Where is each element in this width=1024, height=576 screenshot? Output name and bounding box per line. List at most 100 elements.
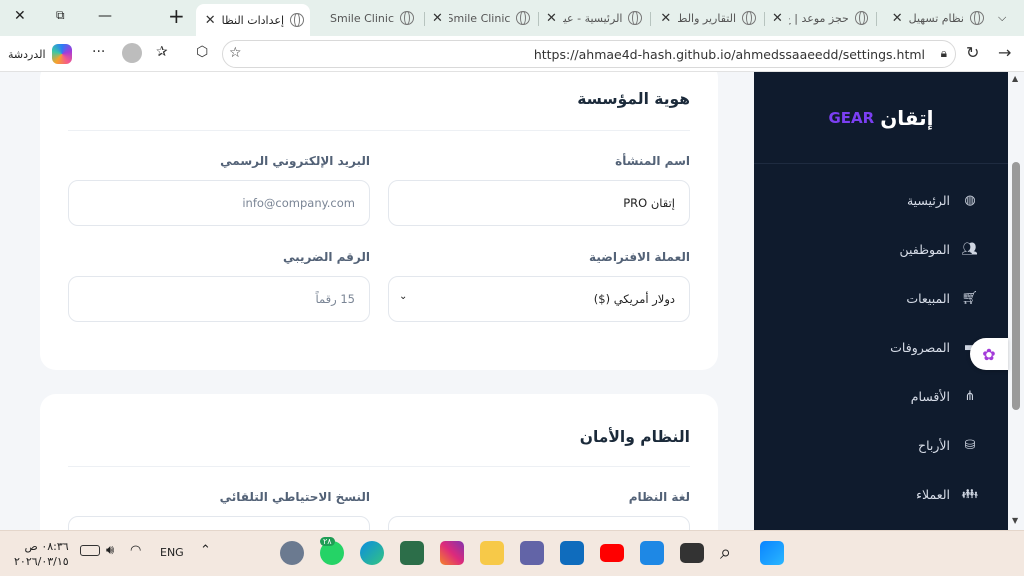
- windows-start-icon[interactable]: [760, 541, 784, 565]
- email-label: البريد الإلكتروني الرسمي: [220, 154, 370, 168]
- tab-settings[interactable]: إعدادات النظا ✕: [196, 4, 310, 36]
- brand-name: إتقان: [880, 105, 934, 130]
- copilot-icon: [51, 44, 72, 64]
- backup-label: النسخ الاحتياطي التلقائي: [219, 490, 370, 504]
- sidebar-item-departments[interactable]: ⋔ الأقسام: [754, 372, 1008, 421]
- globe-icon: [742, 11, 756, 25]
- tab-reports[interactable]: التقارير والط ✕: [652, 5, 762, 31]
- backup-select[interactable]: [68, 516, 370, 530]
- outlook-app-icon[interactable]: [560, 541, 584, 565]
- globe-icon: [290, 13, 304, 27]
- cart-icon: 🛒︎: [961, 290, 978, 306]
- close-tab-icon[interactable]: ✕: [892, 11, 903, 26]
- sidebar: إتقان GEAR ◍ الرئيسية 👥︎ الموظفين 🛒︎ الم…: [754, 72, 1008, 530]
- globe-icon: [628, 11, 642, 25]
- globe-icon: [516, 11, 530, 25]
- close-tab-icon[interactable]: ✕: [772, 11, 783, 26]
- more-icon[interactable]: ···: [92, 44, 105, 60]
- search-icon[interactable]: ⌕: [720, 540, 731, 564]
- instagram-app-icon[interactable]: [440, 541, 464, 565]
- new-tab-icon[interactable]: +: [168, 4, 185, 28]
- coins-icon: ⛁: [964, 437, 976, 453]
- tab-strip: ✕ ⧉ — + إعدادات النظا ✕ Smile Clinic Smi…: [0, 0, 1024, 36]
- brain-icon: ✿: [982, 344, 996, 364]
- copilot-button[interactable]: الدردشة: [8, 42, 72, 66]
- restore-window-icon[interactable]: ⧉: [56, 8, 65, 23]
- brand-logo: إتقان GEAR: [754, 72, 1008, 164]
- close-tab-icon[interactable]: ✕: [432, 11, 443, 26]
- youtube-app-icon[interactable]: [600, 544, 624, 562]
- clock-time: ٠٨:٣٦ ص: [24, 540, 69, 553]
- window-app-icon[interactable]: [680, 543, 704, 563]
- divider: [68, 466, 690, 467]
- sidebar-item-profits[interactable]: ⛁ الأرباح: [754, 421, 1008, 470]
- identity-card: هوية المؤسسة اسم المنشأة إتقان PRO البري…: [40, 72, 718, 370]
- tab-list-icon[interactable]: ⌵: [998, 11, 1006, 25]
- store-app-icon[interactable]: [640, 541, 664, 565]
- wifi-icon[interactable]: ◠: [130, 543, 141, 558]
- globe-icon: [854, 11, 868, 25]
- clock[interactable]: ٠٨:٣٦ ص ٢٠٢٦/٠٣/١٥: [14, 539, 69, 569]
- profile-avatar[interactable]: [122, 43, 142, 63]
- language-indicator[interactable]: ENG: [160, 546, 184, 559]
- company-label: اسم المنشأة: [615, 154, 690, 168]
- sidebar-item-clients[interactable]: 👪︎ العملاء: [754, 470, 1008, 519]
- solitaire-app-icon[interactable]: [400, 541, 424, 565]
- page-scrollbar[interactable]: ▲ ▼: [1008, 72, 1024, 530]
- sitemap-icon: ⋔: [964, 388, 976, 404]
- language-select[interactable]: [388, 516, 690, 530]
- chevron-up-icon[interactable]: ⌃: [200, 543, 211, 558]
- close-tab-icon[interactable]: ✕: [660, 11, 671, 26]
- email-input[interactable]: info@company.com: [68, 180, 370, 226]
- whatsapp-badge: ٢٨: [320, 537, 335, 546]
- extensions-icon[interactable]: ⬡: [196, 44, 208, 60]
- lock-icon[interactable]: 🔒︎: [941, 46, 947, 61]
- page: هوية المؤسسة اسم المنشأة إتقان PRO البري…: [0, 72, 1024, 530]
- forward-icon[interactable]: →: [998, 43, 1011, 62]
- tab-booking[interactable]: حجز موعد | ع ✕: [766, 5, 874, 31]
- users-icon: 👥︎: [961, 241, 978, 257]
- chevron-down-icon: ⌄: [399, 291, 408, 302]
- system-title: النظام والأمان: [579, 428, 690, 446]
- minimize-window-icon[interactable]: —: [98, 8, 112, 24]
- page-scroll-thumb[interactable]: [1012, 162, 1020, 410]
- globe-icon: [400, 11, 414, 25]
- sidebar-item-expenses[interactable]: ▬ المصروفات: [754, 323, 1008, 372]
- company-input[interactable]: إتقان PRO: [388, 180, 690, 226]
- globe-icon: [970, 11, 984, 25]
- close-window-icon[interactable]: ✕: [14, 8, 26, 24]
- volume-icon[interactable]: 🔊︎: [106, 543, 114, 558]
- ai-assistant-button[interactable]: ✿: [970, 338, 1008, 370]
- refresh-icon[interactable]: ↻: [966, 43, 979, 62]
- language-label: لغة النظام: [628, 490, 690, 504]
- tax-label: الرقم الضريبي: [283, 250, 370, 264]
- close-tab-icon[interactable]: ✕: [546, 11, 557, 26]
- tab-smile-clinic-1[interactable]: Smile Clinic: [312, 5, 420, 31]
- scroll-up-icon[interactable]: ▲: [1012, 74, 1018, 83]
- tab-smile-clinic-2[interactable]: Smile Clinic ✕: [426, 5, 536, 31]
- globe-icon: ◍: [964, 192, 976, 208]
- tax-input[interactable]: 15 رقماً: [68, 276, 370, 322]
- settings-app-icon[interactable]: [280, 541, 304, 565]
- edge-app-icon[interactable]: [360, 541, 384, 565]
- sidebar-item-employees[interactable]: 👥︎ الموظفين: [754, 225, 1008, 274]
- currency-select[interactable]: دولار أمريكي ($) ⌄: [388, 276, 690, 322]
- favorites-icon[interactable]: ✰: [156, 44, 168, 60]
- system-card: النظام والأمان لغة النظام النسخ الاحتياط…: [40, 394, 718, 530]
- teams-app-icon[interactable]: [520, 541, 544, 565]
- tab-clinic-home[interactable]: الرئيسية - عيا ✕: [540, 5, 648, 31]
- battery-icon[interactable]: [80, 545, 100, 556]
- currency-label: العملة الافتراضية: [589, 250, 690, 264]
- address-bar[interactable]: ☆ https://ahmae4d-hash.github.io/ahmedss…: [222, 40, 956, 68]
- file-explorer-icon[interactable]: [480, 541, 504, 565]
- sidebar-item-home[interactable]: ◍ الرئيسية: [754, 176, 1008, 225]
- sidebar-item-sales[interactable]: 🛒︎ المبيعات: [754, 274, 1008, 323]
- scroll-down-icon[interactable]: ▼: [1012, 516, 1018, 525]
- screen: ✕ ⧉ — + إعدادات النظا ✕ Smile Clinic Smi…: [0, 0, 1024, 576]
- brand-suffix: GEAR: [828, 108, 875, 127]
- sidebar-nav: ◍ الرئيسية 👥︎ الموظفين 🛒︎ المبيعات ▬ الم…: [754, 176, 1008, 519]
- clients-icon: 👪︎: [961, 486, 978, 502]
- tab-tasheel[interactable]: نظام تسهيل ✕: [878, 5, 990, 31]
- favorite-star-icon[interactable]: ☆: [229, 45, 242, 61]
- close-tab-icon[interactable]: ✕: [205, 13, 216, 28]
